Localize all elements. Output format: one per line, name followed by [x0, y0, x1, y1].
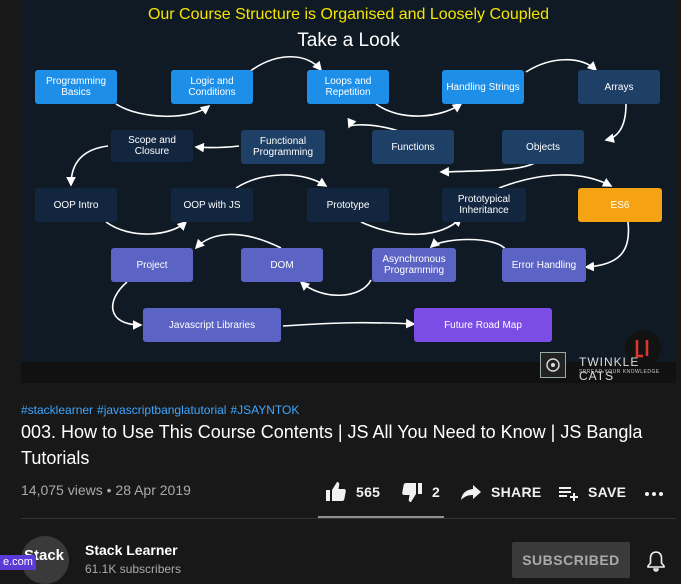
node-future-road-map: Future Road Map	[414, 308, 552, 342]
share-label: SHARE	[491, 484, 542, 500]
node-prototypical-inheritance: Prototypical Inheritance	[442, 188, 526, 222]
node-loops-repetition: Loops and Repetition	[307, 70, 389, 104]
node-project: Project	[111, 248, 193, 282]
video-title: 003. How to Use This Course Contents | J…	[21, 422, 643, 468]
dislike-button[interactable]: 2	[400, 480, 440, 504]
divider	[21, 518, 676, 519]
url-fragment: e.com	[0, 555, 36, 570]
share-icon	[459, 480, 483, 504]
node-oop-with-js: OOP with JS	[171, 188, 253, 222]
upload-date: 28 Apr 2019	[115, 482, 191, 498]
node-logic-conditions: Logic and Conditions	[171, 70, 253, 104]
node-functions: Functions	[372, 130, 454, 164]
node-handling-strings: Handling Strings	[442, 70, 524, 104]
node-javascript-libraries: Javascript Libraries	[143, 308, 281, 342]
flow-arrows	[66, 55, 630, 330]
watermark-tagline: SPREAD YOUR KNOWLEDGE	[579, 369, 660, 375]
hashtag-link[interactable]: #JSAYNTOK	[230, 403, 299, 417]
node-scope-closure: Scope and Closure	[111, 130, 193, 162]
node-functional-programming: Functional Programming	[241, 130, 325, 164]
like-count: 565	[356, 484, 381, 500]
node-oop-intro: OOP Intro	[35, 188, 117, 222]
save-button[interactable]: SAVE	[556, 480, 626, 504]
node-dom: DOM	[241, 248, 323, 282]
hashtag-link[interactable]: #javascriptbanglatutorial	[97, 403, 226, 417]
video-player[interactable]: Our Course Structure is Organised and Lo…	[21, 0, 676, 383]
hashtag-link[interactable]: #stacklearner	[21, 403, 93, 417]
share-button[interactable]: SHARE	[459, 480, 542, 504]
video-frame: Our Course Structure is Organised and Lo…	[21, 0, 676, 366]
node-asynchronous-programming: Asynchronous Programming	[372, 248, 456, 282]
like-button[interactable]: 565	[324, 480, 380, 504]
video-meta: 14,075 views • 28 Apr 2019	[21, 482, 191, 498]
view-count: 14,075 views	[21, 482, 103, 498]
player-controls-strip[interactable]	[21, 362, 676, 383]
like-icon	[324, 480, 348, 504]
bell-icon	[646, 551, 666, 576]
more-icon	[644, 480, 666, 504]
channel-name[interactable]: Stack Learner	[85, 542, 178, 558]
node-es6: ES6	[578, 188, 662, 222]
save-label: SAVE	[588, 484, 627, 500]
node-error-handling: Error Handling	[502, 248, 586, 282]
subscribe-button[interactable]: SUBSCRIBED	[512, 542, 630, 578]
dislike-icon	[400, 480, 424, 504]
hashtags: #stacklearner #javascriptbanglatutorial #J…	[21, 403, 303, 417]
save-icon	[556, 480, 580, 504]
twinkle-cats-logo-icon	[540, 352, 566, 378]
node-arrays: Arrays	[578, 70, 660, 104]
node-programming-basics: Programming Basics	[35, 70, 117, 104]
node-objects: Objects	[502, 130, 584, 164]
more-actions-button[interactable]	[644, 480, 666, 504]
subscriber-count: 61.1K subscribers	[85, 562, 182, 576]
notification-bell-button[interactable]	[646, 550, 666, 577]
node-prototype: Prototype	[307, 188, 389, 222]
dislike-count: 2	[432, 484, 441, 500]
